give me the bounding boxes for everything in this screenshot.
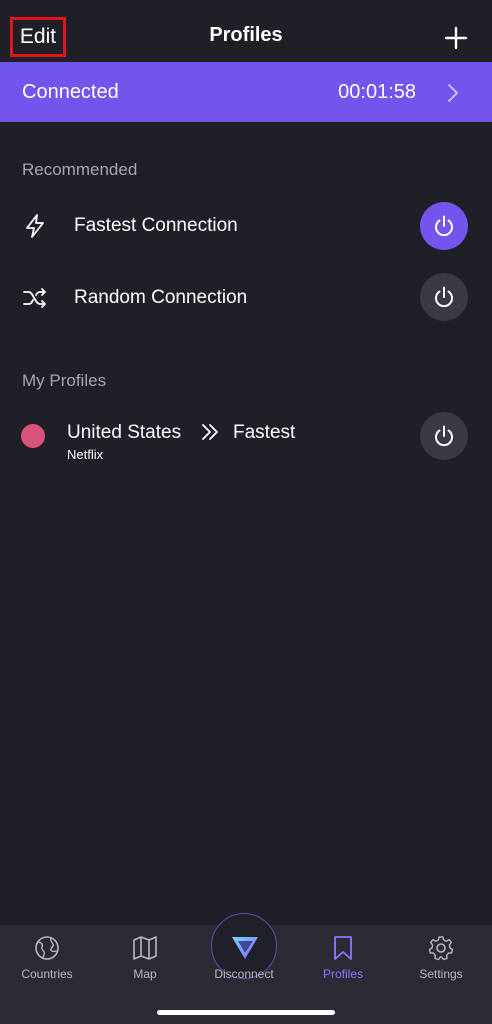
map-icon bbox=[133, 936, 157, 960]
tab-bar: Countries Map Disconnect Profiles Settin… bbox=[0, 913, 492, 1024]
recommended-item-fastest[interactable]: Fastest Connection bbox=[0, 196, 492, 256]
power-icon bbox=[435, 215, 453, 237]
tab-label: Settings bbox=[419, 967, 463, 981]
profile-item[interactable]: United States Fastest Netflix bbox=[0, 408, 492, 468]
tab-map[interactable]: Map bbox=[105, 925, 185, 995]
section-title-my-profiles: My Profiles bbox=[22, 371, 107, 390]
tab-profiles[interactable]: Profiles bbox=[303, 925, 383, 995]
page-title: Profiles bbox=[209, 24, 283, 46]
chevron-right-icon bbox=[448, 84, 458, 102]
profile-subtitle: Netflix bbox=[67, 447, 104, 462]
tab-label: Profiles bbox=[322, 967, 363, 981]
tab-label-disconnect[interactable]: Disconnect bbox=[194, 967, 294, 981]
profile-server: Fastest bbox=[233, 422, 296, 443]
recommended-item-label: Fastest Connection bbox=[74, 215, 238, 236]
recommended-item-random[interactable]: Random Connection bbox=[0, 268, 492, 328]
connection-status-bar[interactable]: Connected 00:01:58 bbox=[0, 62, 492, 122]
lightning-icon bbox=[26, 214, 44, 238]
profile-country: United States bbox=[67, 422, 182, 443]
section-title-recommended: Recommended bbox=[22, 160, 138, 179]
tab-countries[interactable]: Countries bbox=[7, 925, 87, 995]
double-chevron-icon bbox=[202, 424, 218, 440]
connect-power-button[interactable] bbox=[420, 412, 468, 460]
power-icon bbox=[435, 425, 453, 447]
home-indicator bbox=[157, 1010, 335, 1015]
globe-icon bbox=[35, 936, 59, 960]
connect-power-button[interactable] bbox=[420, 202, 468, 250]
profile-color-dot bbox=[21, 424, 45, 448]
plus-icon[interactable] bbox=[444, 26, 468, 50]
recommended-item-label: Random Connection bbox=[74, 287, 248, 308]
gear-icon bbox=[428, 936, 454, 961]
tab-label: Countries bbox=[21, 967, 73, 981]
connection-timer: 00:01:58 bbox=[338, 81, 416, 103]
connect-power-button[interactable] bbox=[420, 273, 468, 321]
tab-settings[interactable]: Settings bbox=[401, 925, 481, 995]
bookmark-icon bbox=[334, 936, 352, 960]
tab-label: Map bbox=[133, 967, 157, 981]
header: Edit Profiles bbox=[0, 0, 492, 62]
connection-status: Connected bbox=[22, 81, 119, 103]
power-icon bbox=[435, 286, 453, 308]
shuffle-icon bbox=[23, 288, 46, 308]
proton-logo-icon bbox=[232, 937, 258, 959]
